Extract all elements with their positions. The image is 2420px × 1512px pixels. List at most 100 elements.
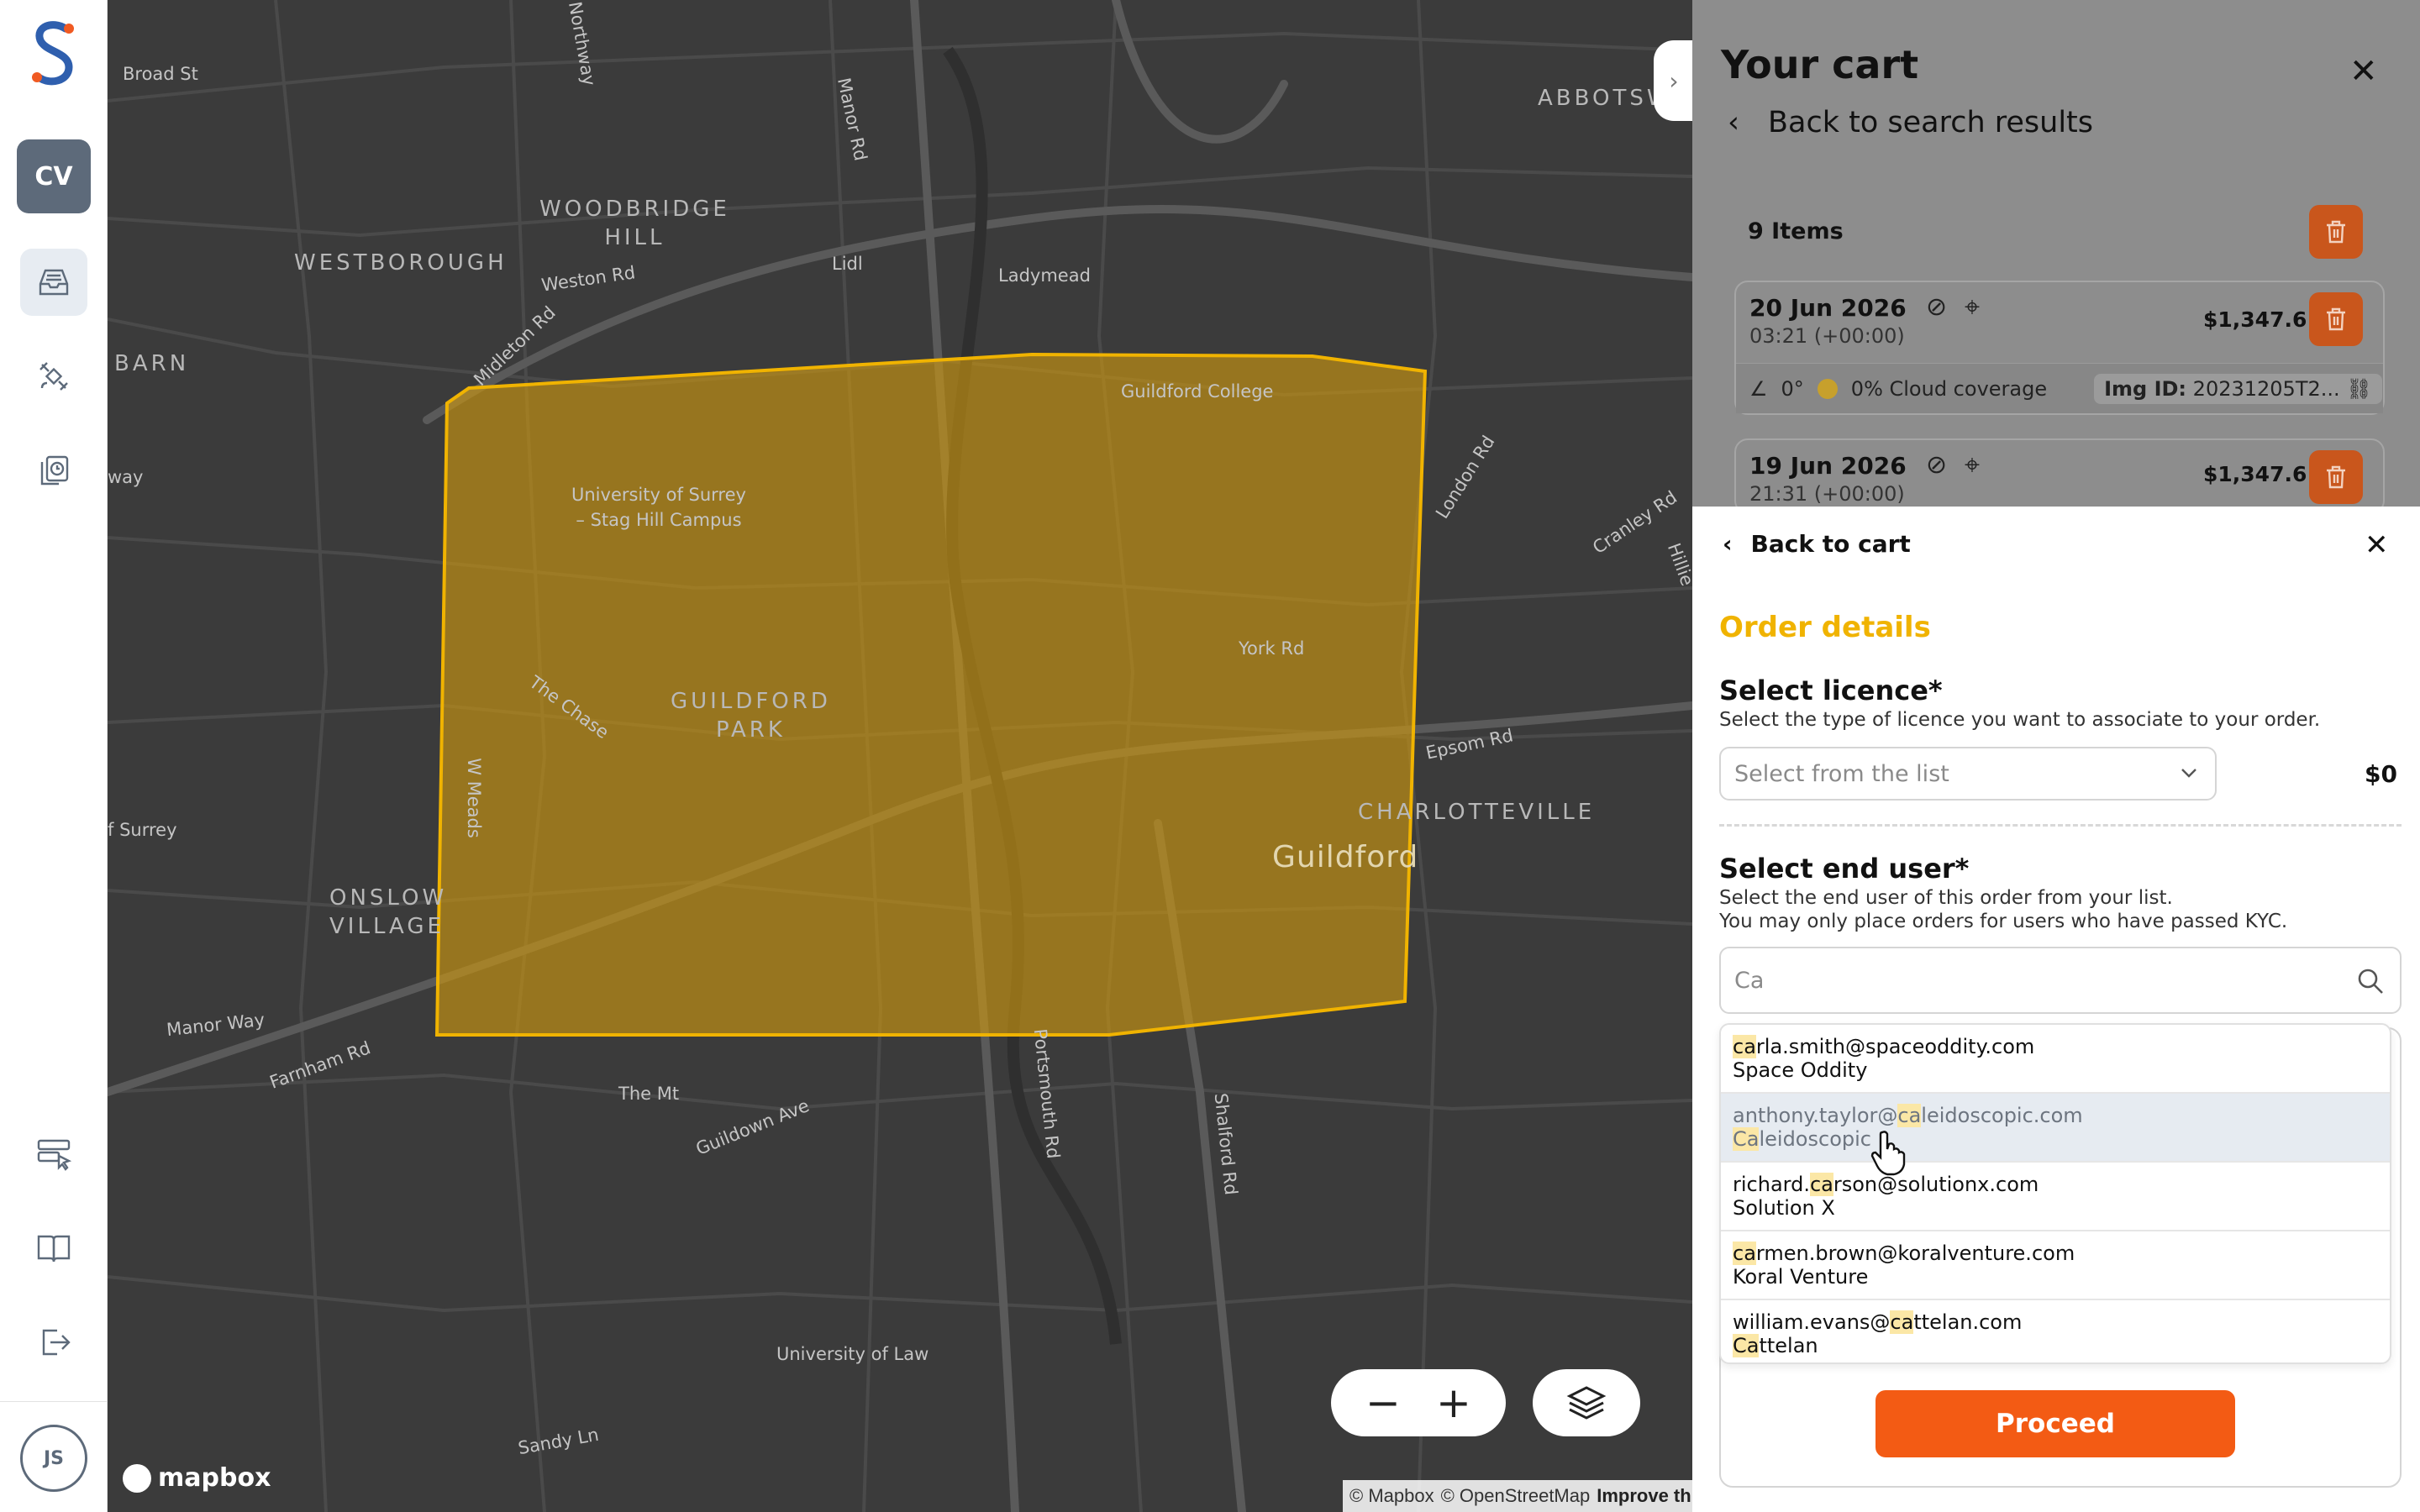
area-of-interest	[434, 352, 1428, 1037]
clock-document-icon[interactable]	[20, 437, 87, 504]
company-text: Solution X	[1733, 1196, 1835, 1220]
option-email: carmen.brown@koralventure.com	[1733, 1242, 2378, 1265]
attribution-mapbox[interactable]: © Mapbox	[1349, 1485, 1434, 1507]
collapse-panel-button[interactable]: ›	[1654, 40, 1692, 121]
match-highlight: Ca	[1733, 1334, 1760, 1357]
back-to-cart-label: Back to cart	[1750, 530, 1911, 558]
crosshair-icon[interactable]: ⌖	[1965, 449, 1980, 481]
trash-icon	[2327, 220, 2345, 244]
crosshair-icon[interactable]: ⌖	[1965, 291, 1980, 323]
inbox-icon[interactable]	[20, 249, 87, 316]
cart-item-date: 19 Jun 2026	[1749, 452, 1907, 480]
option-email: william.evans@cattelan.com	[1733, 1310, 2378, 1334]
mapbox-wordmark: mapbox	[158, 1463, 271, 1493]
email-text: william.evans@	[1733, 1310, 1891, 1334]
licence-description: Select the type of licence you want to a…	[1719, 709, 2321, 731]
trash-icon	[2327, 465, 2345, 489]
delete-item-button[interactable]	[2309, 292, 2363, 346]
email-text: ttelan.com	[1913, 1310, 2023, 1334]
company-text: ttelan	[1759, 1334, 1818, 1357]
attribution-osm[interactable]: © OpenStreetMap	[1441, 1485, 1591, 1507]
hide-icon[interactable]: ⊘	[1926, 450, 1947, 480]
end-user-option[interactable]: william.evans@cattelan.com Cattelan	[1721, 1300, 2390, 1362]
cloud-icon	[1817, 378, 1838, 399]
mapbox-logo[interactable]: mapbox	[123, 1463, 271, 1493]
map-label: York Rd	[1239, 638, 1305, 659]
server-cursor-icon[interactable]	[20, 1121, 87, 1188]
back-to-cart-link[interactable]: ‹ Back to cart	[1723, 530, 1911, 558]
cart-item-price: $1,347.61	[2203, 462, 2322, 486]
book-icon[interactable]	[20, 1215, 87, 1282]
angle-icon: ∠	[1749, 376, 1768, 401]
divider	[1719, 824, 2402, 827]
delete-all-button[interactable]	[2309, 205, 2363, 259]
map-label: WESTBOROUGH	[294, 250, 508, 276]
company-text: Koral Venture	[1733, 1265, 1869, 1289]
licence-select[interactable]: Select from the list	[1719, 747, 2217, 801]
option-company: Cattelan	[1733, 1334, 2378, 1357]
logout-icon[interactable]	[20, 1309, 87, 1376]
company-text: leidoscopic	[1759, 1127, 1871, 1151]
map-view[interactable]: Broad St Northway Manor Rd ABBOTSW WOODB…	[108, 0, 1692, 1512]
map-label: University of Surrey – Stag Hill Campus	[571, 485, 746, 530]
hide-icon[interactable]: ⊘	[1926, 292, 1947, 322]
app-logo[interactable]	[27, 18, 81, 89]
licence-label: Select licence*	[1719, 675, 1943, 706]
hand-cursor-icon	[1870, 1131, 1906, 1176]
option-company: Space Oddity	[1733, 1058, 2378, 1082]
map-label: The Mt	[618, 1084, 680, 1104]
back-to-search-label: Back to search results	[1768, 106, 2093, 139]
mapbox-icon	[123, 1463, 151, 1493]
map-attribution: © Mapbox © OpenStreetMap Improve this ma…	[1343, 1480, 1692, 1512]
end-user-option[interactable]: richard.carson@solutionx.com Solution X	[1721, 1163, 2390, 1231]
proceed-button[interactable]: Proceed	[1876, 1390, 2235, 1457]
close-icon[interactable]: ✕	[2349, 52, 2378, 91]
items-count: 9 Items	[1748, 218, 1844, 244]
delete-item-button[interactable]	[2309, 450, 2363, 504]
image-id-label: Img ID:	[2104, 376, 2187, 401]
map-label: Broad St	[123, 64, 198, 84]
search-icon	[2358, 969, 2383, 994]
end-user-kyc-note: You may only place orders for users who …	[1719, 911, 2288, 932]
match-highlight: Ca	[1733, 1127, 1760, 1151]
image-id-chip[interactable]: Img ID: 20231205T2... ⛓	[2094, 373, 2382, 404]
option-email: anthony.taylor@caleidoscopic.com	[1733, 1104, 2378, 1127]
email-text: richard.	[1733, 1173, 1810, 1196]
match-highlight: ca	[1890, 1310, 1914, 1334]
map-label: Guildford College	[1121, 381, 1274, 402]
map-label: BARN	[114, 351, 190, 376]
cart-item-price: $1,347.61	[2203, 307, 2322, 332]
back-to-search-link[interactable]: ‹ Back to search results	[1728, 106, 2093, 139]
cart-item-meta: ∠ 0° 0% Cloud coverage Img ID: 20231205T…	[1736, 363, 2383, 413]
email-text: rmen.brown@koralventure.com	[1755, 1242, 2075, 1265]
workspace-badge[interactable]: CV	[17, 139, 91, 213]
option-email: carla.smith@spaceoddity.com	[1733, 1035, 2378, 1058]
close-icon[interactable]: ✕	[2365, 528, 2389, 562]
cart-item[interactable]: 20 Jun 2026 03:21 (+00:00) ⊘ ⌖ $1,347.61…	[1734, 281, 2385, 415]
order-details-title: Order details	[1719, 611, 1931, 644]
end-user-option[interactable]: carla.smith@spaceoddity.com Space Oddity	[1721, 1025, 2390, 1094]
option-company: Solution X	[1733, 1196, 2378, 1220]
end-user-option[interactable]: anthony.taylor@caleidoscopic.com Caleido…	[1721, 1094, 2390, 1163]
search-input-value: Ca	[1734, 967, 1765, 994]
trash-icon	[2327, 307, 2345, 331]
satellite-icon[interactable]	[20, 343, 87, 410]
map-label: Ladymead	[998, 265, 1091, 286]
cart-item-time: 21:31 (+00:00)	[1749, 482, 1905, 506]
chevron-left-icon: ‹	[1723, 530, 1733, 558]
match-highlight: ca	[1809, 1173, 1833, 1196]
zoom-out-button[interactable]: −	[1365, 1382, 1401, 1424]
cart-item[interactable]: 19 Jun 2026 21:31 (+00:00) ⊘ ⌖ $1,347.61	[1734, 438, 2385, 514]
layers-button[interactable]	[1533, 1369, 1640, 1436]
layers-icon	[1566, 1386, 1607, 1420]
option-email: richard.carson@solutionx.com	[1733, 1173, 2378, 1196]
improve-map-link[interactable]: Improve this map	[1597, 1485, 1692, 1507]
avatar[interactable]: JS	[20, 1425, 87, 1492]
match-highlight: ca	[1733, 1035, 1756, 1058]
sidebar: CV JS	[0, 0, 108, 1512]
end-user-option[interactable]: carmen.brown@koralventure.com Koral Vent…	[1721, 1231, 2390, 1300]
email-text: rla.smith@spaceoddity.com	[1755, 1035, 2035, 1058]
zoom-in-button[interactable]: +	[1436, 1382, 1471, 1424]
end-user-search-input[interactable]: Ca	[1719, 947, 2402, 1014]
company-text: Space Oddity	[1733, 1058, 1868, 1082]
